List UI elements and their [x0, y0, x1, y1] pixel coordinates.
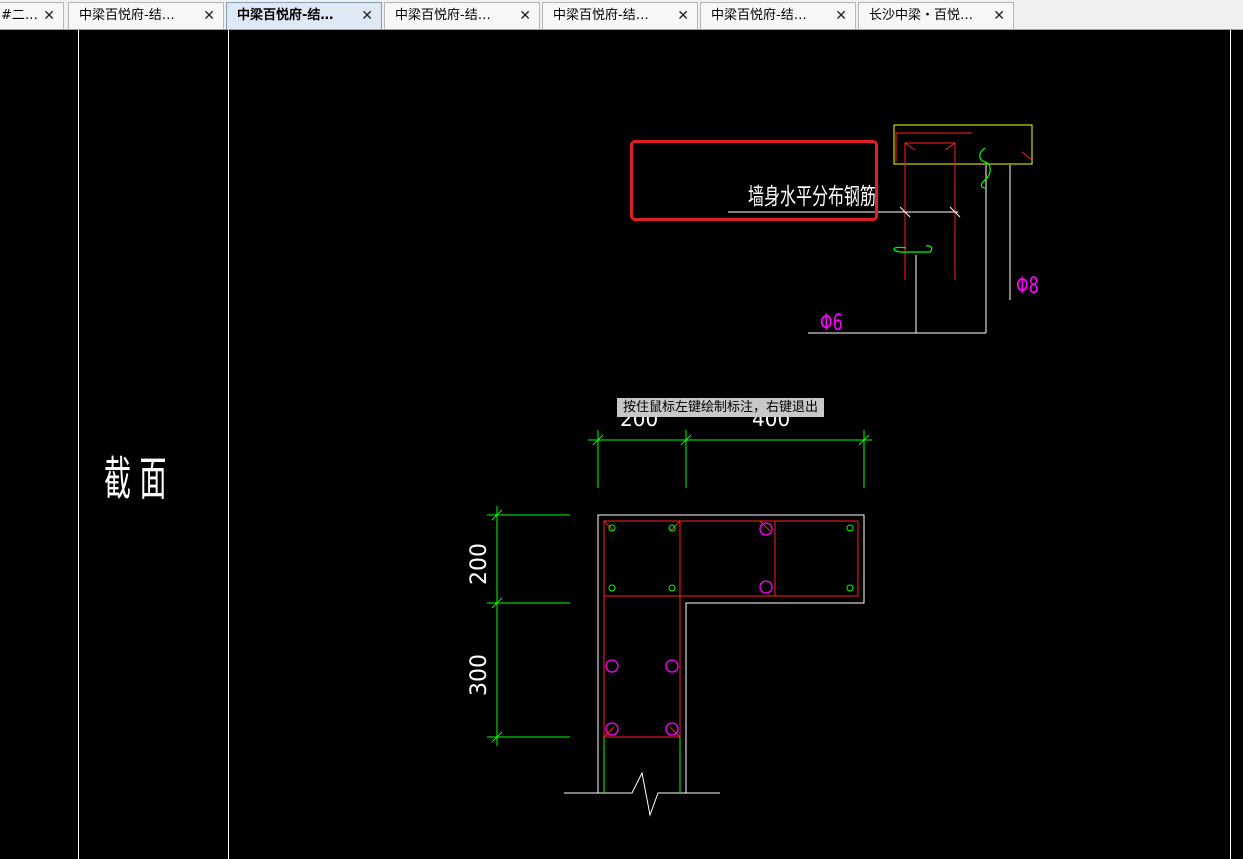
- tab-bar: #二… ✕ 中梁百悦府-结… ✕ 中梁百悦府-结… ✕ 中梁百悦府-结… ✕ 中…: [0, 0, 1243, 30]
- tab-2-active[interactable]: 中梁百悦府-结… ✕: [226, 2, 382, 29]
- rebar-hook: [904, 142, 916, 151]
- concrete-outline: [564, 514, 865, 817]
- stirrup-inner: [760, 520, 776, 597]
- left-dimension: [487, 506, 570, 746]
- close-icon[interactable]: ✕: [993, 3, 1005, 29]
- tab-4[interactable]: 中梁百悦府-结… ✕: [542, 2, 698, 29]
- close-icon[interactable]: ✕: [835, 3, 847, 29]
- tab-6[interactable]: 长沙中梁・百悦… ✕: [858, 2, 1014, 29]
- tab-3[interactable]: 中梁百悦府-结… ✕: [384, 2, 540, 29]
- dim-text-left-lower: 300: [467, 654, 492, 696]
- rebar-point: [846, 524, 854, 532]
- tab-label: 中梁百悦府-结…: [79, 8, 175, 23]
- tie-hook-symbol: [893, 245, 933, 253]
- rebar-point: [608, 524, 616, 532]
- close-icon[interactable]: ✕: [677, 3, 689, 29]
- tab-label: 中梁百悦府-结…: [395, 8, 491, 23]
- tab-label: #二…: [1, 8, 38, 23]
- bar-size-phi6: Φ6: [820, 309, 843, 335]
- wall-continuation: [603, 522, 681, 793]
- section-outline: [597, 514, 865, 793]
- annotation-highlight-box: [630, 140, 878, 221]
- l-section: 200 400 200 300: [467, 407, 872, 817]
- tab-label: 中梁百悦府-结…: [553, 8, 649, 23]
- large-bars: [605, 522, 773, 736]
- close-icon[interactable]: ✕: [519, 3, 531, 29]
- rebar-point: [665, 659, 679, 673]
- small-bars: [608, 524, 854, 592]
- rebar-hook: [1021, 151, 1033, 161]
- dim-text-left-upper: 200: [467, 543, 492, 585]
- section-title: 截 面: [104, 453, 167, 507]
- wall-cap-outline: [893, 124, 1033, 165]
- close-icon[interactable]: ✕: [203, 3, 215, 29]
- rebar-point: [846, 584, 854, 592]
- bar-size-phi8: Φ8: [1016, 272, 1039, 298]
- stirrup-outer: [603, 520, 859, 738]
- tab-label: 长沙中梁・百悦…: [869, 8, 974, 23]
- rebar-top-bar: [895, 132, 972, 162]
- command-tooltip: 按住鼠标左键绘制标注，右键退出: [617, 398, 825, 417]
- break-line: [564, 771, 720, 817]
- tab-label: 中梁百悦府-结…: [711, 8, 807, 23]
- close-icon[interactable]: ✕: [43, 3, 55, 29]
- rebar-point: [668, 524, 676, 532]
- tie-hook-symbol: [979, 147, 991, 189]
- rebar-point: [608, 584, 616, 592]
- tab-1[interactable]: 中梁百悦府-结… ✕: [68, 2, 224, 29]
- rebar-point: [668, 584, 676, 592]
- rebar-point: [605, 659, 619, 673]
- rebar-stirrups: [603, 520, 859, 738]
- tab-label: 中梁百悦府-结…: [237, 8, 334, 23]
- tab-5[interactable]: 中梁百悦府-结… ✕: [700, 2, 856, 29]
- drawing-canvas[interactable]: 截 面 墙身水平分布钢筋 Φ8 Φ6 200 400 200 300: [0, 30, 1243, 859]
- close-icon[interactable]: ✕: [361, 3, 373, 29]
- tab-0[interactable]: #二… ✕: [0, 2, 64, 29]
- rebar-point: [759, 522, 773, 536]
- rebar-point: [759, 580, 773, 594]
- rebar-hook: [944, 142, 956, 151]
- top-dimension: [588, 430, 872, 488]
